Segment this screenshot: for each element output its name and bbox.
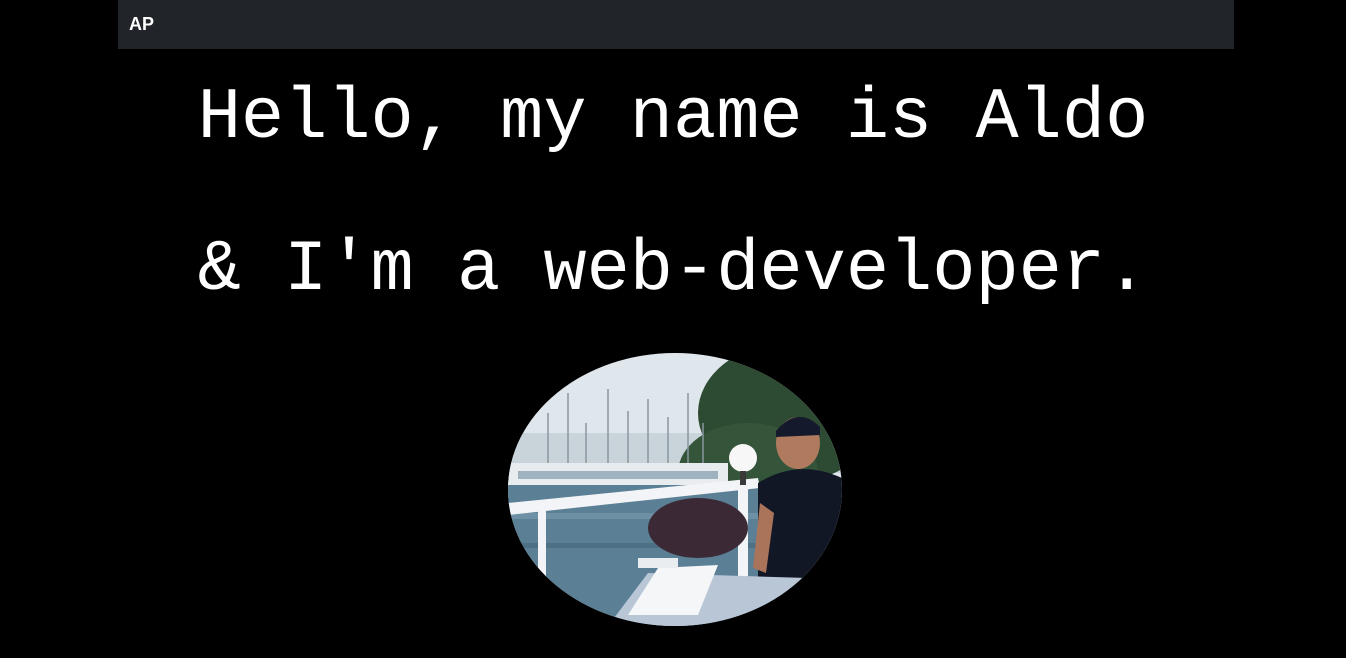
brand-logo-link[interactable]: AP <box>129 13 154 35</box>
hero-heading-line-1: Hello, my name is Aldo <box>197 77 1149 159</box>
profile-portrait-image <box>508 353 842 626</box>
hero-heading-line-2: & I'm a web-developer. <box>197 229 1149 311</box>
portrait-illustration <box>508 353 842 626</box>
top-navbar: AP <box>118 0 1234 49</box>
